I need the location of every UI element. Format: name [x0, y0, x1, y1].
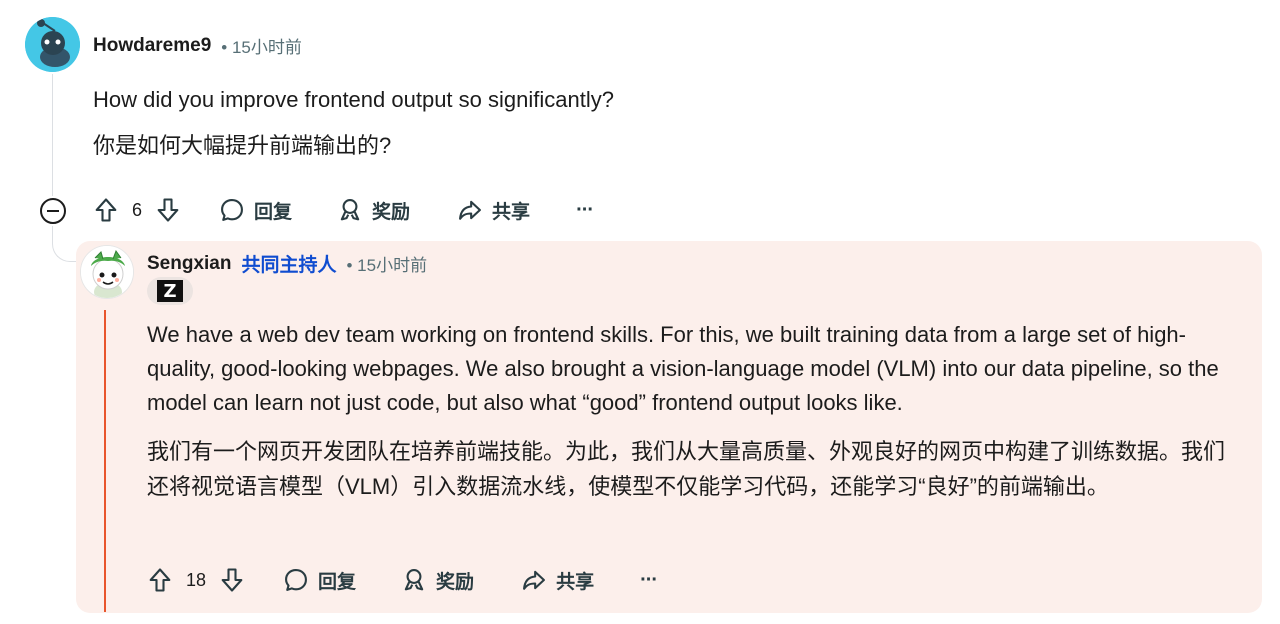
reply-label: 回复 — [254, 201, 293, 223]
share-label: 共享 — [492, 201, 531, 223]
vote-group: 18 — [146, 564, 246, 596]
comment-paragraph: How did you improve frontend output so s… — [93, 87, 614, 112]
more-options-button[interactable]: ··· — [640, 564, 658, 596]
share-label: 共享 — [556, 571, 595, 593]
award-icon — [336, 196, 364, 224]
reply-paragraph: 我们有一个网页开发团队在培养前端技能。为此，我们从大量高质量、外观良好的网页中构… — [147, 439, 1226, 499]
comment-time: • 15小时前 — [221, 38, 302, 57]
share-button[interactable]: 共享 — [456, 194, 530, 226]
share-button[interactable]: 共享 — [520, 564, 594, 596]
comment-actions: 6 回复 奖励 共享 ··· — [92, 194, 594, 226]
award-icon — [400, 566, 428, 594]
vote-count: 6 — [132, 199, 143, 220]
moderator-badge: 共同主持人 — [241, 255, 337, 276]
comment-meta: Howdareme9 • 15小时前 — [93, 33, 302, 58]
moderator-rule — [104, 310, 106, 612]
award-button[interactable]: 奖励 — [336, 194, 410, 226]
vote-group: 6 — [92, 194, 182, 226]
comment-bubble-icon — [218, 196, 246, 224]
reply-time: • 15小时前 — [346, 256, 428, 275]
comment-bubble-icon — [282, 566, 310, 594]
reply-button[interactable]: 回复 — [218, 194, 292, 226]
avatar[interactable] — [80, 245, 134, 299]
award-button[interactable]: 奖励 — [400, 564, 474, 596]
share-icon — [520, 566, 548, 594]
user-flair: Z — [147, 277, 193, 305]
comment-paragraph: 你是如何大幅提升前端输出的? — [93, 133, 392, 158]
reply-actions: 18 回复 奖励 共享 ··· — [146, 564, 658, 596]
username[interactable]: Howdareme9 — [93, 35, 211, 57]
comment-body: How did you improve frontend output so s… — [93, 86, 793, 178]
reply-label: 回复 — [318, 571, 357, 593]
downvote-icon[interactable] — [218, 566, 246, 594]
downvote-icon[interactable] — [154, 196, 182, 224]
username[interactable]: Sengxian — [147, 253, 231, 275]
reply-body: We have a web dev team working on fronte… — [147, 318, 1239, 518]
more-options-icon: ··· — [576, 198, 594, 221]
share-icon — [456, 196, 484, 224]
award-label: 奖励 — [372, 201, 411, 223]
more-options-button[interactable]: ··· — [576, 194, 594, 226]
upvote-icon[interactable] — [146, 566, 174, 594]
avatar[interactable] — [25, 17, 80, 72]
thread-line — [52, 74, 53, 196]
upvote-icon[interactable] — [92, 196, 120, 224]
vote-count: 18 — [186, 569, 207, 590]
reddit-snoo-icon — [25, 17, 80, 72]
moderator-avatar-icon — [81, 246, 133, 298]
flair-logo: Z — [157, 280, 183, 302]
collapse-thread-button[interactable] — [40, 198, 66, 224]
reply-button[interactable]: 回复 — [282, 564, 356, 596]
reply-meta: Sengxian 共同主持人 • 15小时前 — [147, 250, 427, 277]
award-label: 奖励 — [436, 571, 475, 593]
more-options-icon: ··· — [640, 568, 658, 591]
reply-paragraph: We have a web dev team working on fronte… — [147, 322, 1219, 415]
